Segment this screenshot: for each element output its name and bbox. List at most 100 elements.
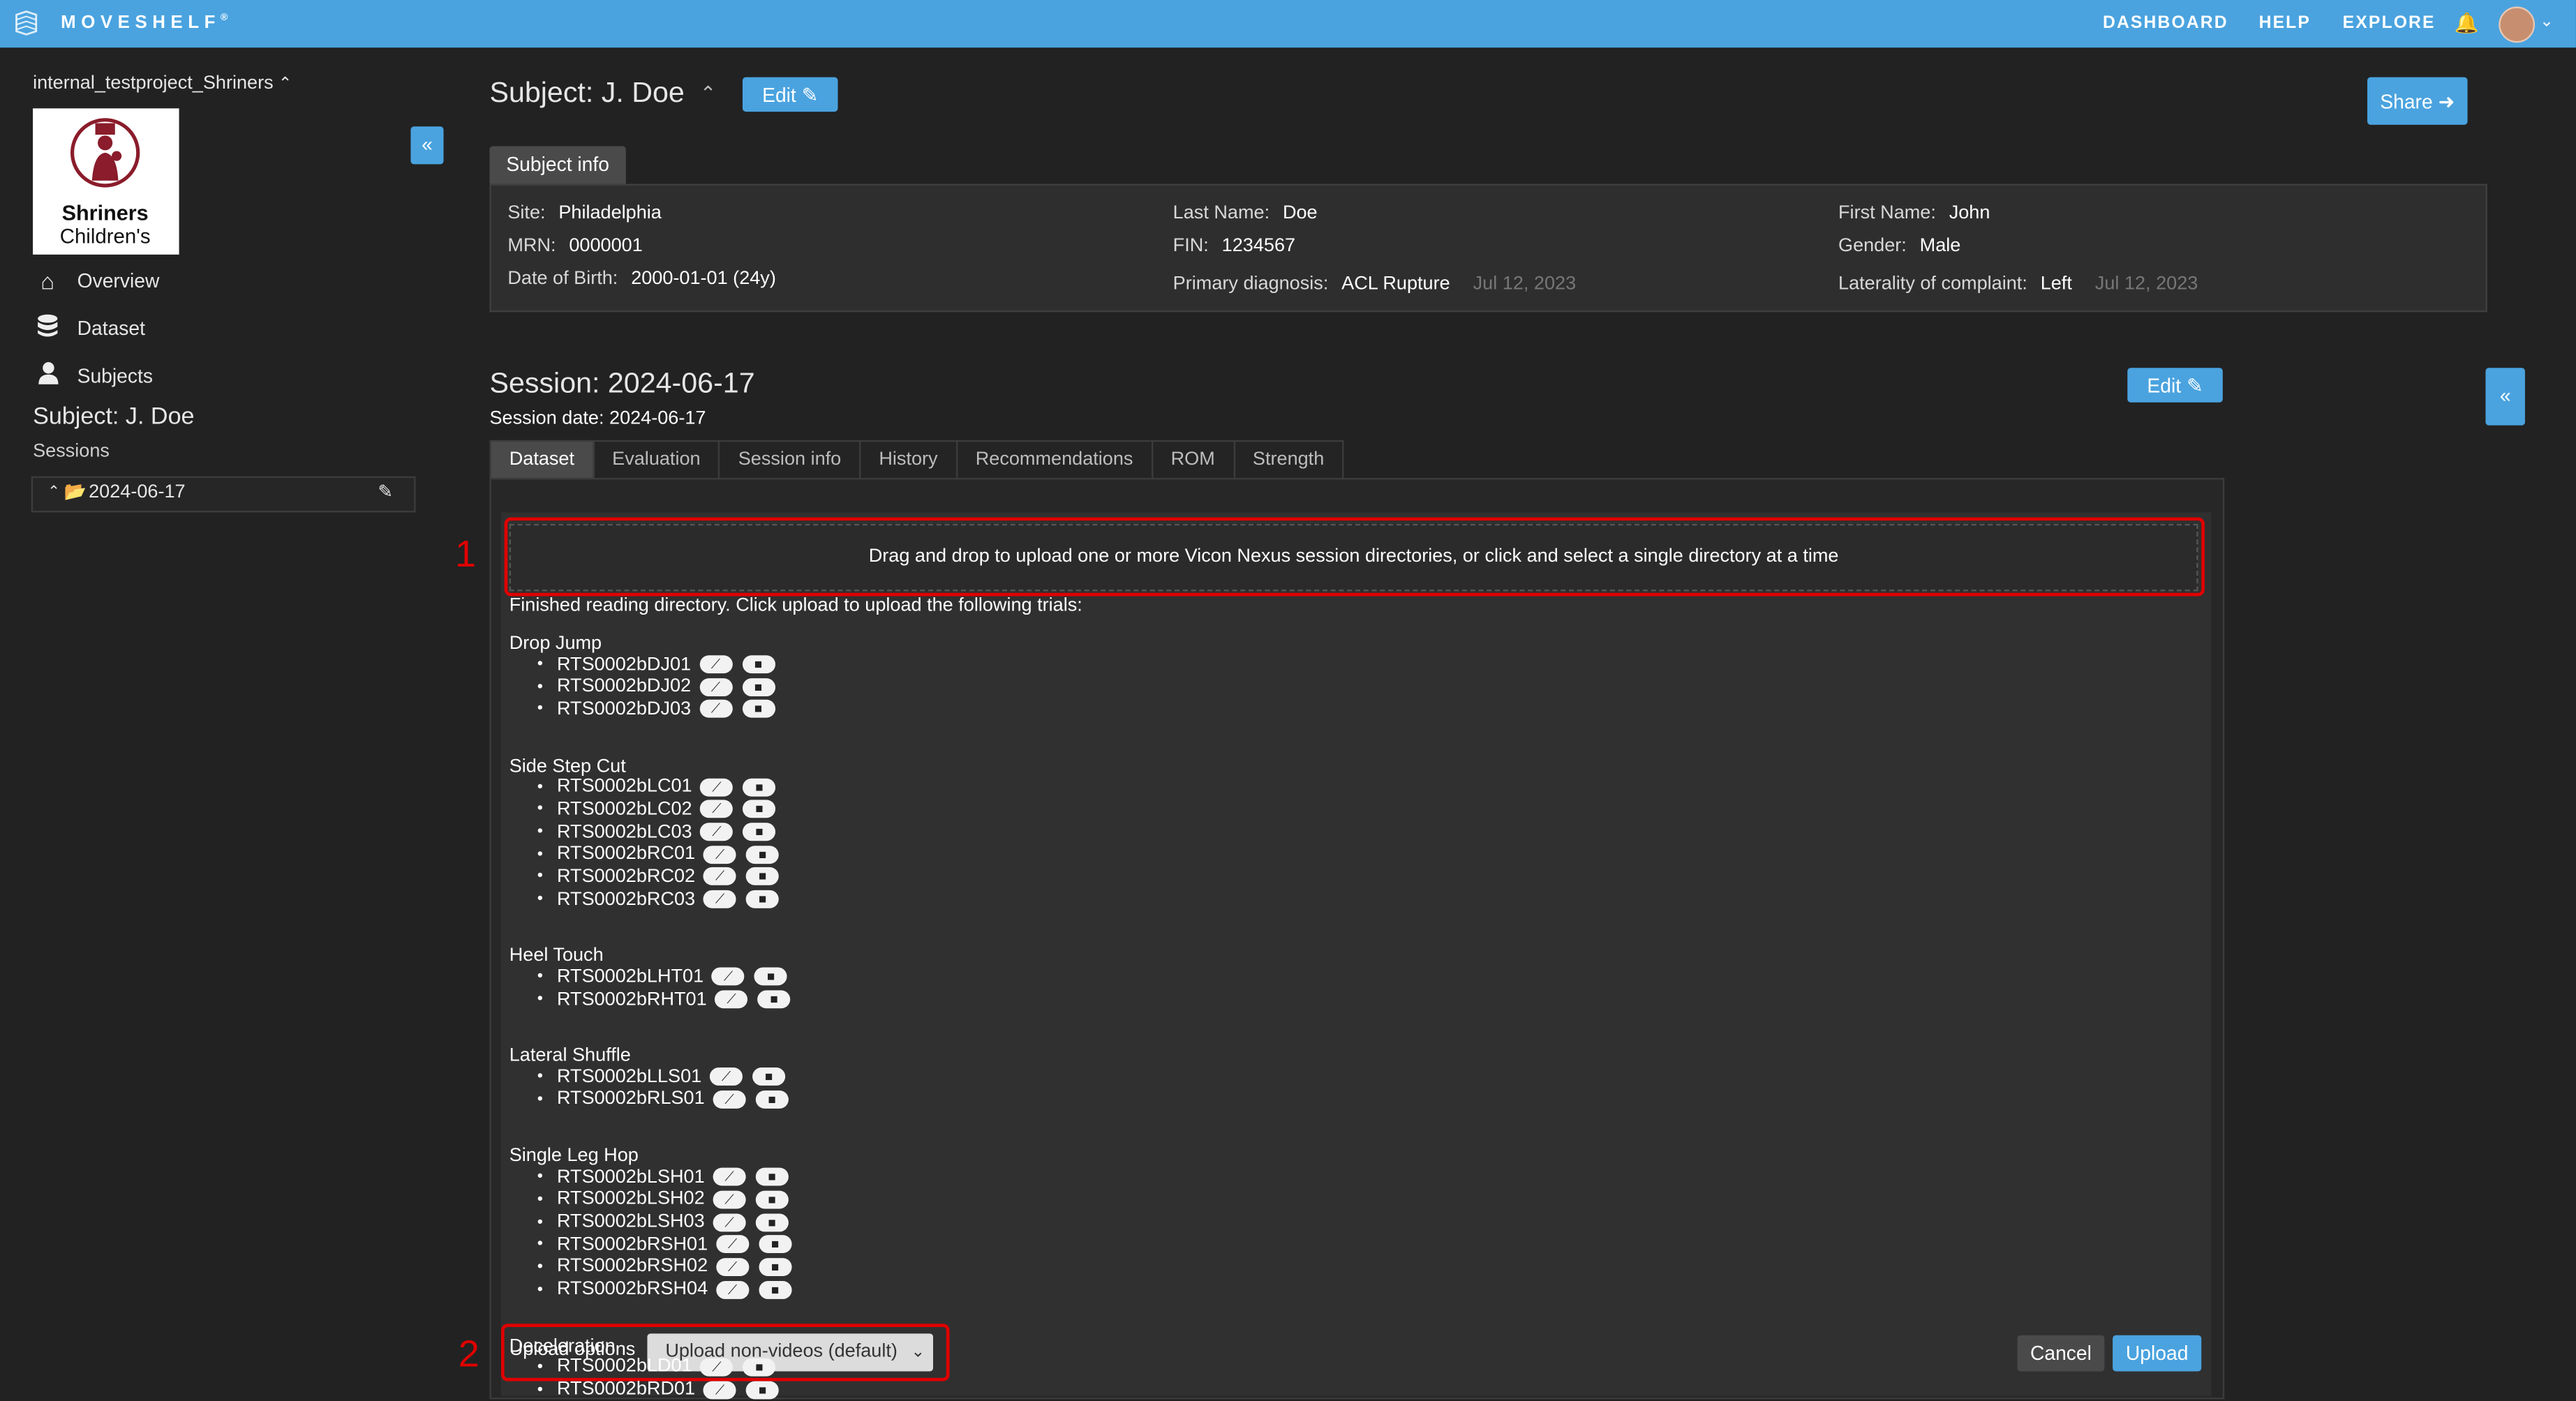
video-camera-icon[interactable]: ■ (743, 823, 776, 841)
sidebar-collapse-button[interactable]: « (410, 126, 444, 165)
chart-icon[interactable]: ⟋ (715, 990, 748, 1009)
mrn-field: MRN: 0000001 (507, 236, 643, 257)
sidebar-item-label: Overview (77, 269, 160, 292)
chart-icon[interactable]: ⟋ (715, 1257, 750, 1276)
video-camera-icon[interactable]: ■ (742, 655, 775, 674)
video-camera-icon[interactable]: ■ (746, 890, 780, 908)
bullet: • (537, 1090, 544, 1109)
chart-icon[interactable]: ⟋ (703, 867, 736, 886)
video-camera-icon[interactable]: ■ (743, 1358, 776, 1377)
trial-item: • RTS0002bRC01 ⟋ ■ (537, 843, 780, 866)
upload-button[interactable]: Upload (2113, 1335, 2202, 1372)
shriners-logo: Shriners Children's (33, 108, 179, 255)
folder-open-icon: 📂 (64, 483, 87, 503)
video-camera-icon[interactable]: ■ (746, 867, 780, 886)
edit-session-button[interactable]: Edit ✎ (2127, 368, 2223, 403)
sidebar-item-subjects[interactable]: Subjects (33, 361, 153, 389)
chart-icon[interactable]: ⟋ (703, 1380, 736, 1399)
trial-item: • RTS0002bRSH04 ⟋ ■ (537, 1278, 792, 1301)
video-camera-icon[interactable]: ■ (755, 1090, 789, 1109)
chart-icon[interactable]: ⟋ (700, 800, 734, 818)
edit-icon[interactable]: ✎ (378, 481, 393, 502)
video-camera-icon[interactable]: ■ (754, 968, 788, 987)
chart-icon[interactable]: ⟋ (715, 1235, 750, 1254)
chart-icon[interactable]: ⟋ (703, 845, 736, 864)
tab-strength[interactable]: Strength (1233, 440, 1344, 478)
bullet: • (537, 990, 544, 1009)
cancel-button[interactable]: Cancel (2017, 1335, 2105, 1372)
edit-label: Edit (2147, 373, 2182, 397)
chart-icon[interactable]: ⟋ (700, 1358, 734, 1377)
tab-session-info[interactable]: Session info (718, 440, 861, 478)
tab-evaluation[interactable]: Evaluation (592, 440, 720, 478)
sidebar-item-dataset[interactable]: Dataset (33, 314, 145, 343)
tab-rom[interactable]: ROM (1151, 440, 1235, 478)
bullet: • (537, 867, 544, 886)
video-camera-icon[interactable]: ■ (755, 1213, 789, 1231)
chevron-up-icon[interactable]: ⌃ (700, 82, 717, 105)
trial-item: • RTS0002bLC01 ⟋ ■ (537, 775, 776, 798)
trial-name: RTS0002bLLS01 (556, 1067, 702, 1087)
sidebar-item-overview[interactable]: ⌂ Overview (33, 268, 159, 294)
nav-explore[interactable]: EXPLORE (2343, 13, 2436, 33)
share-button[interactable]: Share ➜ (2367, 77, 2468, 125)
chart-icon[interactable]: ⟋ (709, 1067, 743, 1086)
video-camera-icon[interactable]: ■ (743, 800, 776, 818)
tab-history[interactable]: History (859, 440, 958, 478)
chart-icon[interactable]: ⟋ (713, 1190, 746, 1208)
tab-dataset[interactable]: Dataset (489, 440, 595, 478)
annotation-number-2: 2 (458, 1332, 479, 1375)
trial-name: RTS0002bLSH01 (556, 1167, 705, 1187)
project-selector[interactable]: internal_testproject_Shriners ⌃ (33, 74, 292, 93)
video-camera-icon[interactable]: ■ (757, 990, 791, 1009)
video-camera-icon[interactable]: ■ (743, 777, 776, 796)
trial-name: RTS0002bRC02 (556, 867, 696, 887)
sidebar-sessions-label: Sessions (33, 442, 110, 462)
video-camera-icon[interactable]: ■ (755, 1167, 789, 1186)
trial-name: RTS0002bRD01 (556, 1379, 696, 1400)
session-date: Session date: 2024-06-17 (489, 409, 706, 429)
chart-icon[interactable]: ⟋ (713, 1213, 746, 1231)
trial-name: RTS0002bRC01 (556, 844, 696, 864)
bullet: • (537, 1235, 544, 1254)
laterality-field: Laterality of complaint: Left Jul 12, 2023 (1838, 274, 2198, 294)
chevron-down-icon[interactable]: ⌄ (2540, 13, 2554, 31)
video-camera-icon[interactable]: ■ (752, 1067, 786, 1086)
tab-recommendations[interactable]: Recommendations (955, 440, 1153, 478)
chevron-up-icon[interactable]: ⌃ (47, 483, 60, 501)
trial-name: RTS0002bLC02 (556, 799, 692, 820)
chart-icon[interactable]: ⟋ (703, 890, 736, 908)
video-camera-icon[interactable]: ■ (746, 1380, 780, 1399)
bell-icon[interactable]: 🔔 (2455, 11, 2479, 34)
bullet: • (537, 1190, 544, 1208)
sidebar-session-item[interactable]: ⌃ 📂 2024-06-17 ✎ (31, 476, 416, 513)
user-avatar[interactable] (2499, 6, 2536, 43)
brand-name[interactable]: MOVESHELF® (61, 13, 233, 33)
chart-icon[interactable]: ⟋ (715, 1280, 750, 1298)
trial-item: • RTS0002bRC03 ⟋ ■ (537, 888, 780, 911)
chart-icon[interactable]: ⟋ (713, 1090, 746, 1109)
video-camera-icon[interactable]: ■ (746, 845, 780, 864)
bullet: • (537, 655, 544, 674)
video-camera-icon[interactable]: ■ (755, 1190, 789, 1208)
video-camera-icon[interactable]: ■ (742, 677, 775, 696)
chart-icon[interactable]: ⟋ (713, 1167, 746, 1186)
chart-icon[interactable]: ⟋ (700, 777, 734, 796)
nav-dashboard[interactable]: DASHBOARD (2103, 13, 2228, 33)
chevron-up-icon: ⌃ (278, 75, 292, 94)
edit-subject-button[interactable]: Edit ✎ (742, 77, 838, 112)
tab-subject-info[interactable]: Subject info (489, 146, 626, 184)
chart-icon[interactable]: ⟋ (700, 823, 734, 841)
nav-help[interactable]: HELP (2259, 13, 2311, 33)
chart-icon[interactable]: ⟋ (711, 968, 745, 987)
video-camera-icon[interactable]: ■ (759, 1280, 792, 1298)
video-camera-icon[interactable]: ■ (759, 1257, 792, 1276)
chart-icon[interactable]: ⟋ (699, 655, 732, 674)
chart-icon[interactable]: ⟋ (699, 700, 732, 719)
trial-item: • RTS0002bDJ01 ⟋ ■ (537, 653, 775, 676)
trial-name: RTS0002bRLS01 (556, 1089, 705, 1109)
video-camera-icon[interactable]: ■ (742, 700, 775, 719)
video-camera-icon[interactable]: ■ (759, 1235, 792, 1254)
right-panel-collapse-button[interactable]: « (2485, 368, 2525, 426)
chart-icon[interactable]: ⟋ (699, 677, 732, 696)
